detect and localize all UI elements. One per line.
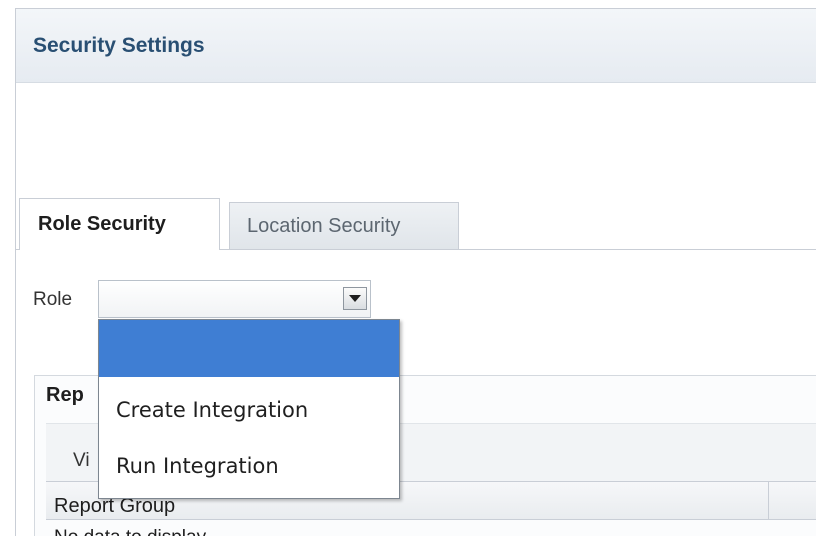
role-label: Role bbox=[33, 289, 73, 310]
page-header: Security Settings bbox=[16, 9, 816, 83]
column-divider[interactable] bbox=[768, 481, 769, 519]
option-label: Run Integration bbox=[116, 454, 279, 478]
security-settings-window: Security Settings Role Security Location… bbox=[15, 8, 816, 536]
dropdown-option-run-integration[interactable]: Run Integration bbox=[99, 446, 399, 486]
option-label: Create Integration bbox=[116, 398, 309, 422]
page-title: Security Settings bbox=[33, 34, 205, 57]
dropdown-option-blank[interactable] bbox=[99, 320, 399, 377]
role-dropdown-list: Create Integration Run Integration bbox=[98, 319, 400, 499]
panel-title: Rep bbox=[46, 384, 84, 406]
tab-label: Role Security bbox=[38, 213, 166, 235]
chevron-down-icon bbox=[349, 295, 361, 302]
view-menu[interactable]: Vi bbox=[73, 450, 90, 472]
tab-label: Location Security bbox=[247, 214, 401, 237]
tab-location-security[interactable]: Location Security bbox=[229, 202, 459, 249]
role-select[interactable] bbox=[98, 280, 371, 318]
dropdown-toggle-button[interactable] bbox=[343, 287, 367, 310]
dropdown-option-create-integration[interactable]: Create Integration bbox=[99, 390, 399, 430]
tab-role-security[interactable]: Role Security bbox=[19, 198, 220, 250]
